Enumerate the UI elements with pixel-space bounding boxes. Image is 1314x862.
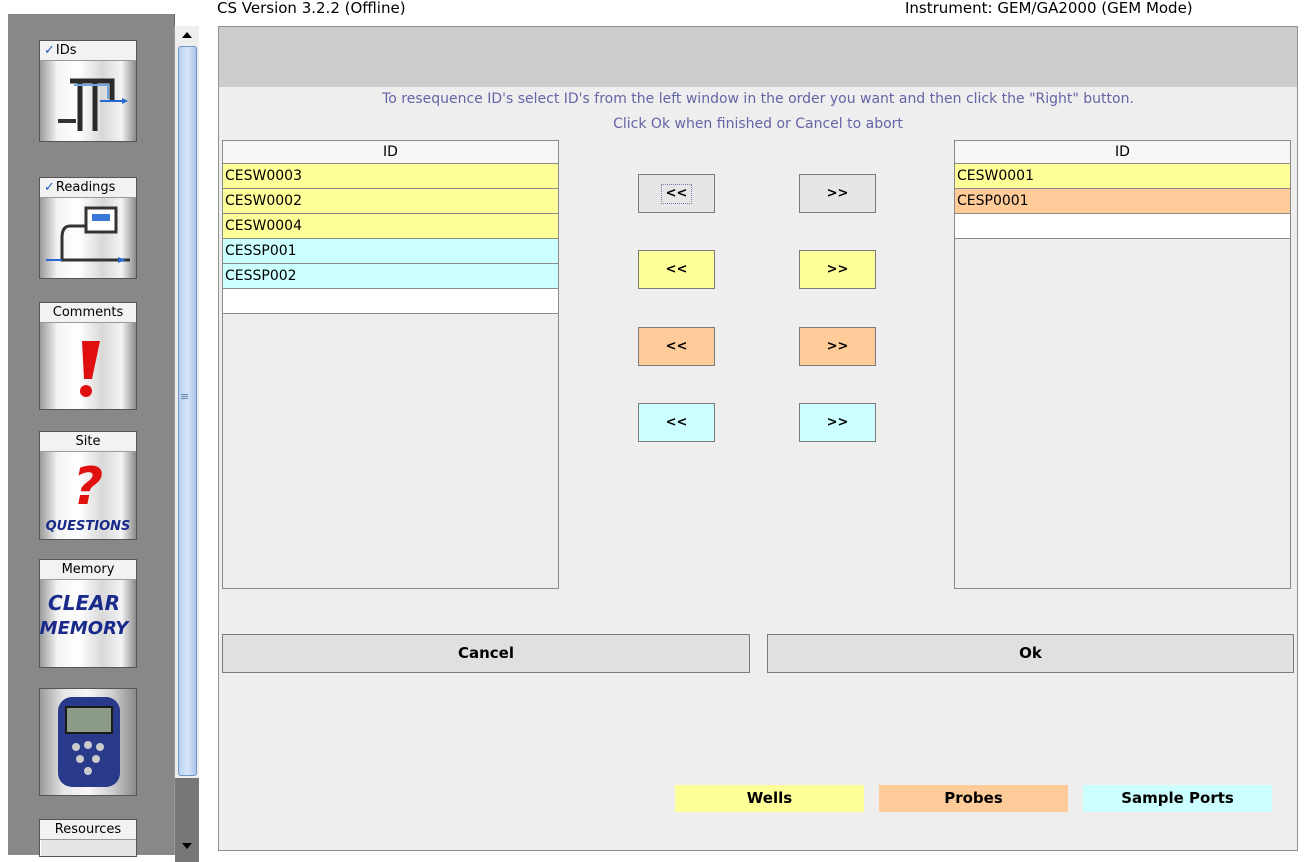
move-all-right-button[interactable]: >> bbox=[799, 174, 876, 213]
ids-tool-header: ✓IDs bbox=[40, 41, 136, 61]
dialog-top-bar bbox=[219, 27, 1297, 87]
cancel-button[interactable]: Cancel bbox=[222, 634, 750, 673]
move-probes-right-button[interactable]: >> bbox=[799, 327, 876, 366]
comments-tool-label: Comments bbox=[40, 303, 136, 323]
readings-tool-label: Readings bbox=[55, 180, 116, 195]
list-item[interactable]: CESW0002 bbox=[223, 189, 558, 214]
list-item[interactable]: CESW0004 bbox=[223, 214, 558, 239]
legend-sample-ports: Sample Ports bbox=[1083, 785, 1272, 812]
tool-sidebar: ✓IDs ✓Readings Comments Site ? QUESTIONS… bbox=[8, 14, 175, 857]
memory-tool-button[interactable]: Memory CLEAR MEMORY bbox=[39, 559, 137, 668]
scrollbar-thumb[interactable] bbox=[178, 46, 197, 776]
list-item[interactable] bbox=[955, 214, 1290, 239]
comments-tool-button[interactable]: Comments bbox=[39, 302, 137, 410]
move-all-left-label: << bbox=[660, 184, 693, 204]
move-ports-left-button[interactable]: << bbox=[638, 403, 715, 442]
list-item[interactable]: CESSP002 bbox=[223, 264, 558, 289]
right-id-list[interactable]: ID CESW0001 CESP0001 bbox=[954, 140, 1291, 589]
resources-tool-label: Resources bbox=[40, 820, 136, 840]
legend-wells: Wells bbox=[675, 785, 864, 812]
scrollbar-grip-icon: ≡ bbox=[180, 390, 190, 403]
move-wells-left-button[interactable]: << bbox=[638, 250, 715, 289]
memory-art-text: MEMORY bbox=[40, 618, 130, 639]
move-ports-right-button[interactable]: >> bbox=[799, 403, 876, 442]
list-item[interactable] bbox=[223, 289, 558, 314]
list-item[interactable]: CESW0003 bbox=[223, 164, 558, 189]
ids-tool-label: IDs bbox=[55, 43, 77, 58]
version-label: CS Version 3.2.2 (Offline) bbox=[217, 0, 406, 17]
site-tool-label: Site bbox=[40, 432, 136, 452]
scroll-up-arrow-icon[interactable] bbox=[175, 26, 199, 44]
right-list-header[interactable]: ID bbox=[955, 141, 1290, 164]
readings-tool-header: ✓Readings bbox=[40, 178, 136, 198]
readings-tool-button[interactable]: ✓Readings bbox=[39, 177, 137, 279]
resources-tool-button[interactable]: Resources bbox=[39, 819, 137, 857]
check-icon: ✓ bbox=[44, 180, 55, 195]
meter-pipe-icon bbox=[40, 198, 136, 278]
gas-analyzer-icon bbox=[40, 689, 136, 795]
site-tool-button[interactable]: Site ? QUESTIONS bbox=[39, 431, 137, 540]
list-item[interactable]: CESSP001 bbox=[223, 239, 558, 264]
check-icon: ✓ bbox=[44, 43, 55, 58]
svg-text:?: ? bbox=[73, 457, 103, 517]
ok-button[interactable]: Ok bbox=[767, 634, 1294, 673]
pipe-network-icon bbox=[40, 61, 136, 141]
move-probes-left-button[interactable]: << bbox=[638, 327, 715, 366]
memory-tool-label: Memory bbox=[40, 560, 136, 580]
clear-art-text: CLEAR bbox=[48, 591, 120, 615]
clear-memory-icon: CLEAR MEMORY bbox=[40, 580, 136, 667]
instruction-line-1: To resequence ID's select ID's from the … bbox=[382, 91, 1134, 107]
ids-tool-button[interactable]: ✓IDs bbox=[39, 40, 137, 142]
left-list-header[interactable]: ID bbox=[223, 141, 558, 164]
instrument-label: Instrument: GEM/GA2000 (GEM Mode) bbox=[905, 0, 1193, 17]
exclamation-icon bbox=[40, 323, 136, 409]
sidebar-scrollbar[interactable]: ≡ bbox=[174, 26, 199, 862]
move-wells-right-button[interactable]: >> bbox=[799, 250, 876, 289]
instrument-tool-button[interactable] bbox=[39, 688, 137, 796]
list-item[interactable]: CESW0001 bbox=[955, 164, 1290, 189]
list-item[interactable]: CESP0001 bbox=[955, 189, 1290, 214]
legend-probes: Probes bbox=[879, 785, 1068, 812]
instruction-line-2: Click Ok when finished or Cancel to abor… bbox=[613, 116, 903, 132]
move-all-left-button[interactable]: << bbox=[638, 174, 715, 213]
resequence-dialog: To resequence ID's select ID's from the … bbox=[218, 26, 1298, 851]
scroll-down-arrow-icon[interactable] bbox=[175, 837, 199, 855]
question-icon: ? QUESTIONS bbox=[40, 452, 136, 539]
questions-art-text: QUESTIONS bbox=[46, 519, 131, 534]
left-id-list[interactable]: ID CESW0003 CESW0002 CESW0004 CESSP001 C… bbox=[222, 140, 559, 589]
